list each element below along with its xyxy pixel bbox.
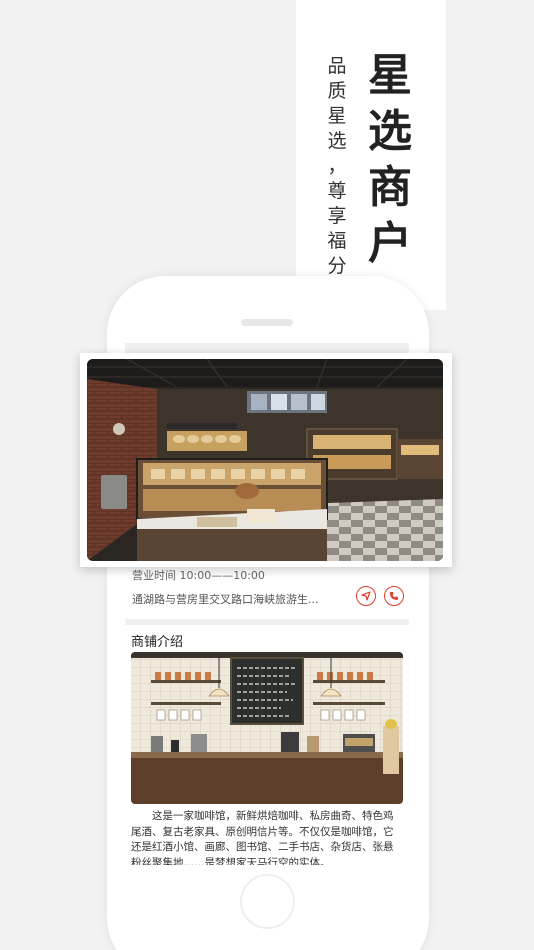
store-address[interactable]: 通湖路与营房里交叉路口海峡旅游生... bbox=[132, 591, 344, 607]
home-button[interactable] bbox=[240, 874, 295, 929]
intro-text: 这是一家咖啡馆，新鲜烘焙咖啡、私房曲奇、特色鸡尾酒、复古老家具、原创明信片等。不… bbox=[131, 810, 394, 865]
call-button[interactable] bbox=[384, 586, 404, 606]
banner-subtitle-char: 星 bbox=[327, 105, 347, 127]
store-interior-photo[interactable] bbox=[87, 359, 443, 561]
banner-subtitle-char: 享 bbox=[327, 205, 347, 227]
navigate-arrow-icon bbox=[361, 591, 371, 604]
banner-title-char: 商 bbox=[368, 162, 412, 213]
banner-title: 星 选 商 户 bbox=[360, 48, 420, 272]
store-photo-card bbox=[80, 353, 452, 567]
navigate-button[interactable] bbox=[356, 586, 376, 606]
banner-title-char: 星 bbox=[368, 50, 412, 101]
banner-title-char: 选 bbox=[368, 106, 412, 157]
banner-subtitle-char: 选 bbox=[327, 130, 347, 152]
cafe-interior-photo[interactable] bbox=[131, 652, 403, 804]
banner-subtitle-char: 福 bbox=[327, 230, 347, 252]
banner-subtitle-char: 质 bbox=[327, 80, 347, 102]
phone-icon bbox=[389, 591, 399, 604]
banner-subtitle-char: 品 bbox=[327, 55, 347, 77]
banner-subtitle-char: 尊 bbox=[327, 180, 347, 202]
store-hours: 营业时间 10:00——10:00 bbox=[132, 569, 265, 582]
store-info-card: 营业时间 10:00——10:00 通湖路与营房里交叉路口海峡旅游生... bbox=[125, 561, 409, 619]
phone-speaker bbox=[241, 319, 293, 326]
store-intro-card: 商铺介绍 这是一家咖啡馆，新鲜烘焙咖啡、私房曲奇、特色鸡尾酒、复古老家具、原创明… bbox=[125, 625, 409, 865]
intro-title: 商铺介绍 bbox=[131, 635, 184, 650]
banner-title-char: 户 bbox=[368, 218, 412, 269]
banner-subtitle-char: ， bbox=[327, 155, 347, 177]
